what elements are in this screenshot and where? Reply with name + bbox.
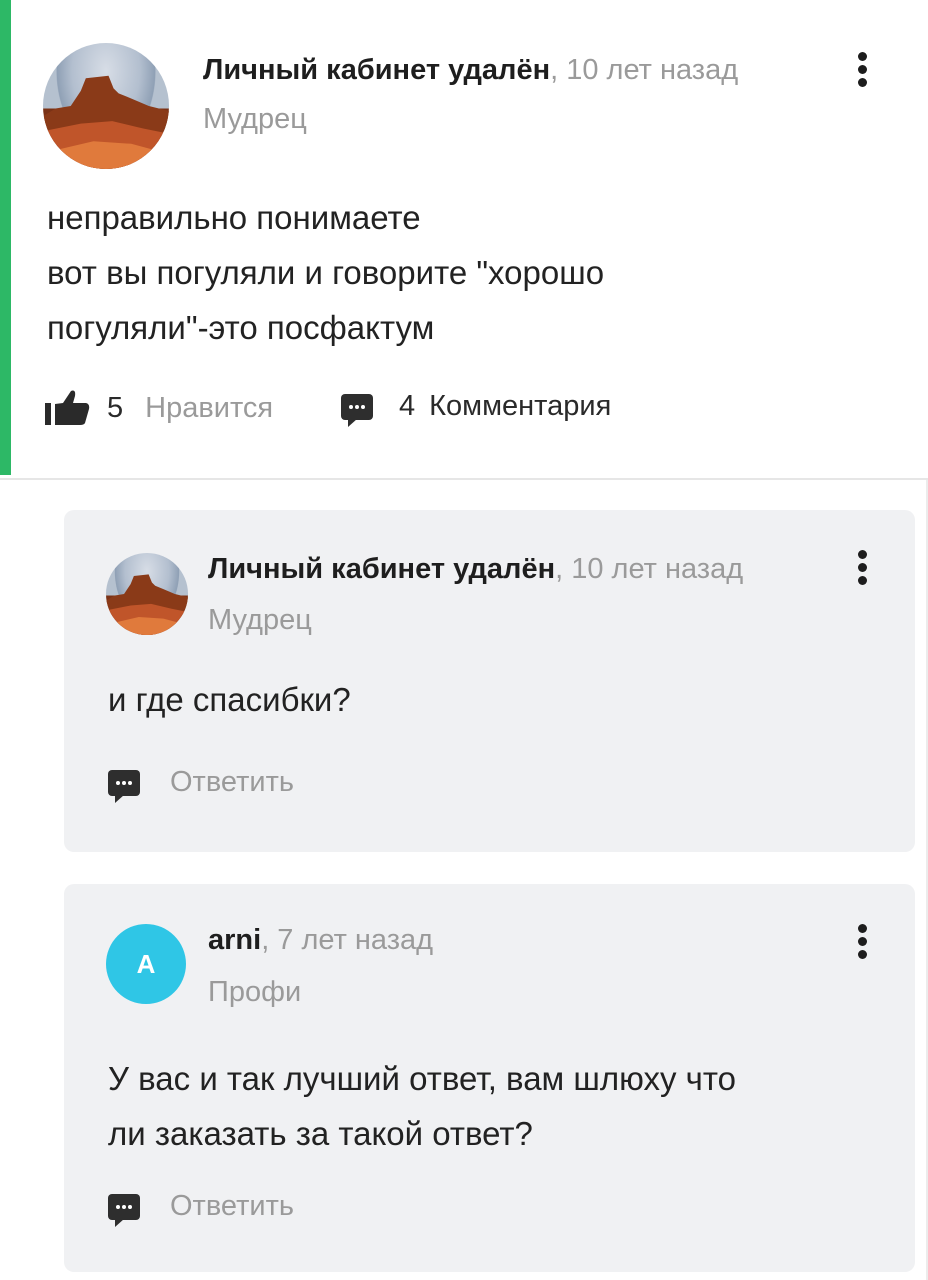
comment-icon (341, 393, 373, 427)
reply-text: и где спасибки? (108, 672, 351, 727)
author-avatar[interactable] (106, 553, 188, 635)
author-rank: Мудрец (208, 604, 312, 636)
answer-text-line: неправильно понимаете (47, 199, 421, 236)
reply-text: У вас и так лучший ответ, вам шлюху что … (108, 1051, 736, 1161)
post-time: , 10 лет назад (550, 54, 739, 86)
comments-button[interactable]: 4 Комментария (341, 390, 612, 427)
best-answer-accent-bar (0, 0, 11, 475)
author-line: Личный кабинет удалён, 10 лет назад (203, 54, 738, 87)
author-name[interactable]: Личный кабинет удалён (208, 553, 555, 585)
reply-text-line: ли заказать за такой ответ? (108, 1115, 533, 1152)
like-button[interactable]: 5 Нравится (45, 390, 273, 426)
answer-text: неправильно понимаете вот вы погуляли и … (47, 190, 604, 355)
author-avatar[interactable] (43, 43, 169, 169)
reply-label: Ответить (170, 766, 294, 798)
kebab-menu-icon[interactable] (855, 924, 869, 963)
comment-icon (108, 1193, 140, 1227)
author-rank: Мудрец (203, 103, 307, 135)
author-name[interactable]: arni (208, 924, 261, 956)
reply-text-line: У вас и так лучший ответ, вам шлюху что (108, 1060, 736, 1097)
kebab-menu-icon[interactable] (855, 550, 869, 589)
reply-button[interactable]: Ответить (108, 766, 294, 803)
author-line: Личный кабинет удалён, 10 лет назад (208, 553, 743, 586)
answer-card: Личный кабинет удалён, 10 лет назад Мудр… (0, 0, 928, 480)
author-name[interactable]: Личный кабинет удалён (203, 54, 550, 86)
author-line: arni, 7 лет назад (208, 924, 433, 957)
kebab-menu-icon[interactable] (855, 52, 869, 91)
author-avatar[interactable]: A (106, 924, 186, 1004)
reply-card: A arni, 7 лет назад Профи У вас и так лу… (64, 884, 915, 1272)
answer-text-line: вот вы погуляли и говорите "хорошо (47, 254, 605, 291)
reply-card: Личный кабинет удалён, 10 лет назад Мудр… (64, 510, 915, 852)
post-time: , 10 лет назад (555, 553, 744, 585)
reply-text-line: и где спасибки? (108, 681, 351, 718)
comments-count: 4 (399, 390, 416, 422)
like-count: 5 (107, 391, 124, 424)
reply-button[interactable]: Ответить (108, 1190, 294, 1227)
author-rank: Профи (208, 976, 302, 1008)
like-label: Нравится (145, 391, 274, 424)
thumbs-up-icon (45, 390, 91, 426)
answer-text-line: погуляли"-это посфактум (47, 309, 435, 346)
comment-icon (108, 769, 140, 803)
reply-label: Ответить (170, 1190, 294, 1222)
post-time: , 7 лет назад (261, 924, 434, 956)
comments-label: Комментария (429, 390, 612, 422)
